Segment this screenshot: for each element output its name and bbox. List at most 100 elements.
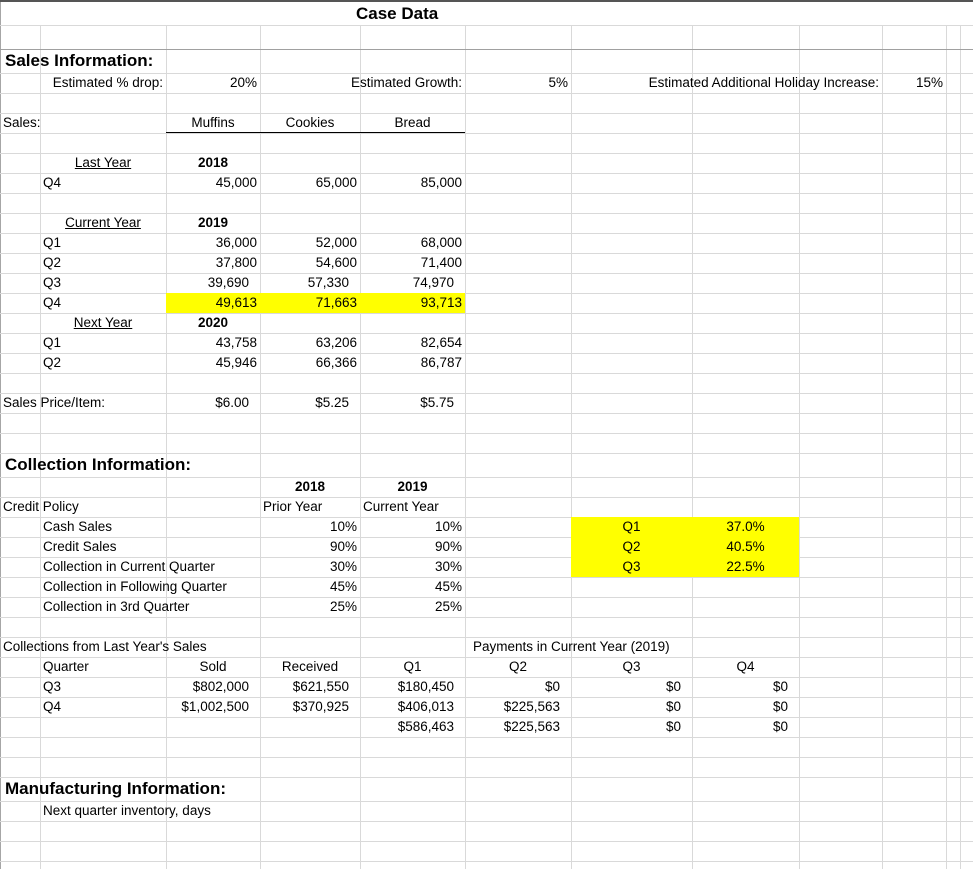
- collection-sold[interactable]: $1,002,500: [166, 697, 260, 717]
- sales-cell-highlighted[interactable]: 49,613: [166, 293, 260, 313]
- collection-q4[interactable]: $0: [692, 677, 799, 697]
- collection-q1[interactable]: $180,450: [360, 677, 465, 697]
- estimated-drop-value[interactable]: 20%: [166, 73, 260, 93]
- page-title: Case Data: [356, 4, 439, 23]
- policy-cell[interactable]: 10%: [260, 517, 360, 537]
- credit-policy-label: Credit Policy: [3, 499, 79, 514]
- inventory-label: Next quarter inventory, days: [43, 803, 211, 818]
- total-q2[interactable]: $225,563: [465, 717, 571, 737]
- policy-cell[interactable]: 30%: [360, 557, 465, 577]
- price-bread[interactable]: $5.75: [360, 393, 465, 413]
- policy-cell[interactable]: 10%: [360, 517, 465, 537]
- collection-q3[interactable]: $0: [571, 697, 692, 717]
- gridline-horizontal: [0, 517, 973, 518]
- sales-cell[interactable]: 71,400: [360, 253, 465, 273]
- prior-year-header: Prior Year: [263, 499, 323, 514]
- sales-cell[interactable]: 74,970: [360, 273, 465, 293]
- gridline-horizontal: [0, 133, 973, 134]
- gridline-vertical: [571, 25, 572, 869]
- policy-cell[interactable]: 45%: [360, 577, 465, 597]
- quarter-label: Q4: [43, 295, 62, 310]
- collection-received[interactable]: $621,550: [260, 677, 360, 697]
- total-q1[interactable]: $586,463: [360, 717, 465, 737]
- policy-row-label: Cash Sales: [43, 519, 113, 534]
- quarter-label: Q2: [43, 255, 62, 270]
- gridline-horizontal: [0, 293, 973, 294]
- share-value[interactable]: 37.0%: [692, 517, 799, 537]
- collection-sold[interactable]: $802,000: [166, 677, 260, 697]
- quarter-label: Q1: [43, 335, 62, 350]
- year-header-2019: 2019: [397, 479, 428, 494]
- sales-cell[interactable]: 82,654: [360, 333, 465, 353]
- policy-cell[interactable]: 90%: [260, 537, 360, 557]
- policy-cell[interactable]: 25%: [360, 597, 465, 617]
- share-quarter-label: Q2: [622, 539, 641, 554]
- estimated-growth-value[interactable]: 5%: [465, 73, 571, 93]
- sales-cell-highlighted[interactable]: 71,663: [260, 293, 360, 313]
- collection-q2[interactable]: $225,563: [465, 697, 571, 717]
- sales-cell[interactable]: 68,000: [360, 233, 465, 253]
- collection-q4[interactable]: $0: [692, 697, 799, 717]
- estimated-drop-label: Estimated % drop:: [52, 75, 163, 90]
- gridline-horizontal: [0, 173, 973, 174]
- column-cookies: Cookies: [285, 115, 335, 130]
- total-q4[interactable]: $0: [692, 717, 799, 737]
- top-border: [0, 0, 973, 2]
- gridline-horizontal: [0, 757, 973, 758]
- sales-cell[interactable]: 45,946: [166, 353, 260, 373]
- sales-cell[interactable]: 52,000: [260, 233, 360, 253]
- last-year-collections-heading: Collections from Last Year's Sales: [3, 639, 207, 654]
- gridline-horizontal: [0, 273, 973, 274]
- policy-cell[interactable]: 90%: [360, 537, 465, 557]
- collection-info-heading: Collection Information:: [5, 455, 192, 474]
- sales-cell[interactable]: 85,000: [360, 173, 465, 193]
- column-q1: Q1: [403, 659, 422, 674]
- sales-cell[interactable]: 57,330: [260, 273, 360, 293]
- holiday-increase-value[interactable]: 15%: [882, 73, 946, 93]
- total-q3[interactable]: $0: [571, 717, 692, 737]
- sales-cell[interactable]: 39,690: [166, 273, 260, 293]
- sales-label: Sales:: [3, 115, 41, 130]
- gridline-horizontal: [0, 617, 973, 618]
- sales-cell[interactable]: 65,000: [260, 173, 360, 193]
- price-cookies[interactable]: $5.25: [260, 393, 360, 413]
- next-year-year: 2020: [197, 315, 229, 330]
- collection-q3[interactable]: $0: [571, 677, 692, 697]
- sales-cell-highlighted[interactable]: 93,713: [360, 293, 465, 313]
- current-year-header: Current Year: [363, 499, 439, 514]
- policy-cell[interactable]: 45%: [260, 577, 360, 597]
- gridline-horizontal: [0, 373, 973, 374]
- sales-cell[interactable]: 36,000: [166, 233, 260, 253]
- sales-cell[interactable]: 66,366: [260, 353, 360, 373]
- sales-cell[interactable]: 63,206: [260, 333, 360, 353]
- sales-cell[interactable]: 45,000: [166, 173, 260, 193]
- policy-cell[interactable]: 30%: [260, 557, 360, 577]
- gridline-vertical: [360, 25, 361, 869]
- next-year-label: Next Year: [73, 315, 133, 330]
- last-year-label: Last Year: [74, 155, 132, 170]
- collection-q1[interactable]: $406,013: [360, 697, 465, 717]
- price-muffins[interactable]: $6.00: [166, 393, 260, 413]
- sales-cell[interactable]: 37,800: [166, 253, 260, 273]
- quarter-label: Q4: [43, 175, 62, 190]
- gridline-vertical: [465, 25, 466, 869]
- column-quarter: Quarter: [43, 659, 89, 674]
- column-received: Received: [281, 659, 339, 674]
- gridline-horizontal: [0, 193, 973, 194]
- policy-row-label: Credit Sales: [43, 539, 117, 554]
- collection-q2[interactable]: $0: [465, 677, 571, 697]
- gridline-vertical: [692, 25, 693, 869]
- estimated-growth-label: Estimated Growth:: [350, 75, 462, 90]
- gridline-vertical: [946, 25, 947, 869]
- sales-cell[interactable]: 43,758: [166, 333, 260, 353]
- sales-cell[interactable]: 54,600: [260, 253, 360, 273]
- sales-cell[interactable]: 86,787: [360, 353, 465, 373]
- collection-received[interactable]: $370,925: [260, 697, 360, 717]
- policy-row-label: Collection in Following Quarter: [43, 579, 227, 594]
- policy-row-label: Collection in Current Quarter: [43, 559, 215, 574]
- gridline-vertical: [799, 25, 800, 869]
- gridline-horizontal: [0, 113, 973, 114]
- policy-cell[interactable]: 25%: [260, 597, 360, 617]
- share-value[interactable]: 22.5%: [692, 557, 799, 577]
- share-value[interactable]: 40.5%: [692, 537, 799, 557]
